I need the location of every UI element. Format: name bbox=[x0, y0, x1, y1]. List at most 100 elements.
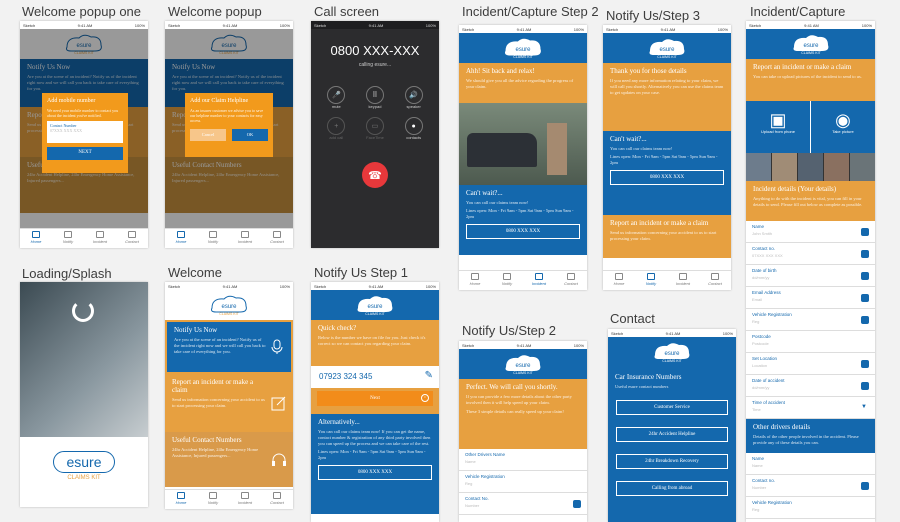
useful-section[interactable]: Useful Contact Numbers24hr Accident Help… bbox=[165, 432, 293, 487]
field-other-registration[interactable]: Vehicle Registration Reg bbox=[746, 497, 875, 519]
tab-incident[interactable]: Incident bbox=[229, 229, 261, 248]
call-button[interactable]: 0800 XXX XXX bbox=[610, 170, 724, 186]
thumbnail[interactable] bbox=[746, 153, 771, 181]
next-button[interactable]: Next › bbox=[317, 391, 433, 406]
screen-incident-capture: Sketch 9:41 AM 100% esure CLAIMS KIT Report… bbox=[746, 21, 875, 522]
status-bar: Sketch 9:41 AM 100% bbox=[459, 25, 587, 33]
take-picture-button[interactable]: ◉ Take picture bbox=[811, 101, 875, 153]
ok-button[interactable]: OK bbox=[232, 129, 268, 142]
facetime-button[interactable]: ▭ FaceTime bbox=[356, 117, 395, 140]
tab-contact[interactable]: Contact bbox=[555, 271, 587, 290]
tab-incident[interactable]: Incident bbox=[84, 229, 116, 248]
field-registration[interactable]: Vehicle Registration Reg bbox=[746, 309, 875, 331]
label-contact: Contact bbox=[610, 311, 655, 326]
popup-title: Add our Claim Helpline bbox=[190, 98, 249, 104]
field-contact[interactable]: Contact no. 07XXX XXX XXX bbox=[746, 243, 875, 265]
tab-contact[interactable]: Contact bbox=[261, 229, 293, 248]
cant-wait-section: Can't wait?... You can call our claims te… bbox=[603, 131, 731, 215]
label-notify-step2: Notify Us/Step 2 bbox=[462, 323, 556, 338]
keypad-button[interactable]: ⠿ keypad bbox=[356, 86, 395, 109]
screen-welcome-popup-one: Sketch 9:41 AM 100% esure CLAIMS KIT Notify… bbox=[20, 21, 148, 248]
tab-notify[interactable]: Notify bbox=[635, 271, 667, 290]
status-bar: Sketch 9:41 AM 100% bbox=[311, 282, 439, 290]
tab-notify[interactable]: Notify bbox=[52, 229, 84, 248]
app-header: esure CLAIMS KIT bbox=[165, 290, 293, 320]
report-section[interactable]: Report an incident or make a claimSend u… bbox=[603, 215, 731, 258]
call-buttons: 🎤 mute ⠿ keypad 🔊 speaker + add call ▭ FaceTi… bbox=[311, 86, 439, 140]
screen-incident-step2: Sketch 9:41 AM 100% esure CLAIMS KIT Ahh! S… bbox=[459, 25, 587, 290]
splash-photo bbox=[20, 282, 148, 437]
field-postcode[interactable]: Postcode Postcode bbox=[746, 331, 875, 353]
tab-incident[interactable]: Incident bbox=[667, 271, 699, 290]
field-accident-time[interactable]: Time of accident Time ▼ bbox=[746, 397, 875, 419]
tab-home[interactable]: Home bbox=[20, 229, 52, 248]
tab-incident[interactable]: Incident bbox=[229, 490, 261, 509]
add-call-button[interactable]: + add call bbox=[317, 117, 356, 140]
keypad-icon: ⠿ bbox=[365, 86, 384, 104]
tab-home[interactable]: Home bbox=[165, 229, 197, 248]
tab-contact[interactable]: Contact bbox=[116, 229, 148, 248]
person-icon bbox=[861, 228, 869, 236]
app-header: esure CLAIMS KIT bbox=[311, 290, 439, 320]
tab-home[interactable]: Home bbox=[165, 490, 197, 509]
notify-section[interactable]: Notify Us Now Are you at the scene of an … bbox=[165, 320, 293, 374]
accident-helpline-button[interactable]: 24hr Accident Helpline bbox=[616, 427, 728, 443]
screen-welcome: Sketch 9:41 AM 100% esure CLAIMS KIT Notify… bbox=[165, 282, 293, 509]
microphone-icon: 🎤 bbox=[327, 86, 346, 104]
report-section: Report an incident or make a claim You ca… bbox=[746, 59, 875, 101]
thanks-section: Thank you for those details If you need a… bbox=[603, 63, 731, 131]
esure-logo-icon: esure CLAIMS KIT bbox=[211, 295, 247, 316]
call-button[interactable]: 0800 XXX XXX bbox=[466, 224, 580, 240]
tab-contact[interactable]: Contact bbox=[699, 271, 731, 290]
field-other-driver-name[interactable]: Other Drivers Name Name bbox=[459, 449, 587, 471]
tab-home[interactable]: Home bbox=[459, 271, 491, 290]
field-other-name[interactable]: Name Name bbox=[746, 453, 875, 475]
tab-contact[interactable]: Contact bbox=[261, 490, 293, 509]
tab-home[interactable]: Home bbox=[603, 271, 635, 290]
field-location[interactable]: Set Location Location bbox=[746, 353, 875, 375]
speaker-icon: 🔊 bbox=[404, 86, 423, 104]
app-header: esure CLAIMS KIT bbox=[608, 337, 736, 367]
pencil-icon: ✎ bbox=[424, 370, 433, 381]
svg-text:CLAIMS KIT: CLAIMS KIT bbox=[365, 312, 385, 316]
upload-photo-button[interactable]: ▣ Upload from phone bbox=[746, 101, 811, 153]
field-other-contact[interactable]: Contact No. Number bbox=[459, 493, 587, 515]
thumbnail[interactable] bbox=[772, 153, 797, 181]
field-name[interactable]: Name John Smith bbox=[746, 221, 875, 243]
calling-abroad-button[interactable]: Calling from abroad bbox=[616, 481, 728, 497]
cancel-button[interactable]: Cancel bbox=[190, 129, 226, 142]
customer-service-button[interactable]: Customer Service bbox=[616, 400, 728, 416]
next-button[interactable]: NEXT bbox=[47, 147, 123, 160]
tab-notify[interactable]: Notify bbox=[197, 229, 229, 248]
tab-notify[interactable]: Notify bbox=[197, 490, 229, 509]
mute-button[interactable]: 🎤 mute bbox=[317, 86, 356, 109]
contact-number-field[interactable]: Contact Number 07XXX XXX XXX bbox=[47, 121, 123, 144]
field-accident-date[interactable]: Date of accident dd/mm/yy bbox=[746, 375, 875, 397]
thumbnail[interactable] bbox=[798, 153, 823, 181]
field-other-vehicle-reg[interactable]: Vehicle Registration Reg bbox=[459, 471, 587, 493]
label-loading-splash: Loading/Splash bbox=[22, 266, 112, 281]
field-dob[interactable]: Date of birth dd/mm/yy bbox=[746, 265, 875, 287]
speaker-button[interactable]: 🔊 speaker bbox=[394, 86, 433, 109]
field-other-contact[interactable]: Contact no. Number bbox=[746, 475, 875, 497]
status-bar: Sketch 9:41 AM 100% bbox=[165, 282, 293, 290]
breakdown-recovery-button[interactable]: 24hr Breakdown Recovery bbox=[616, 454, 728, 470]
thumbnail[interactable] bbox=[824, 153, 849, 181]
field-email[interactable]: Email Address Email bbox=[746, 287, 875, 309]
phone-icon bbox=[861, 482, 869, 490]
phone-number-field[interactable]: 07923 324 345 ✎ bbox=[311, 366, 439, 388]
report-section[interactable]: Report an incident or make a claimSend u… bbox=[165, 374, 293, 432]
end-call-button[interactable]: ☎ bbox=[362, 162, 388, 188]
thumbnail[interactable] bbox=[850, 153, 875, 181]
microphone-icon bbox=[271, 339, 283, 354]
arrow-right-icon: › bbox=[421, 394, 429, 402]
call-number: 0800 XXX-XXX bbox=[330, 43, 420, 58]
contacts-button[interactable]: ● contacts bbox=[394, 117, 433, 140]
call-button[interactable]: 0800 XXX XXX bbox=[318, 465, 432, 481]
tab-notify[interactable]: Notify bbox=[491, 271, 523, 290]
phone-icon bbox=[573, 500, 581, 508]
esure-logo-icon: esure CLAIMS KIT bbox=[505, 355, 541, 375]
tab-incident[interactable]: Incident bbox=[523, 271, 555, 290]
gallery-icon: ▣ bbox=[769, 110, 787, 130]
svg-text:CLAIMS KIT: CLAIMS KIT bbox=[657, 55, 677, 59]
